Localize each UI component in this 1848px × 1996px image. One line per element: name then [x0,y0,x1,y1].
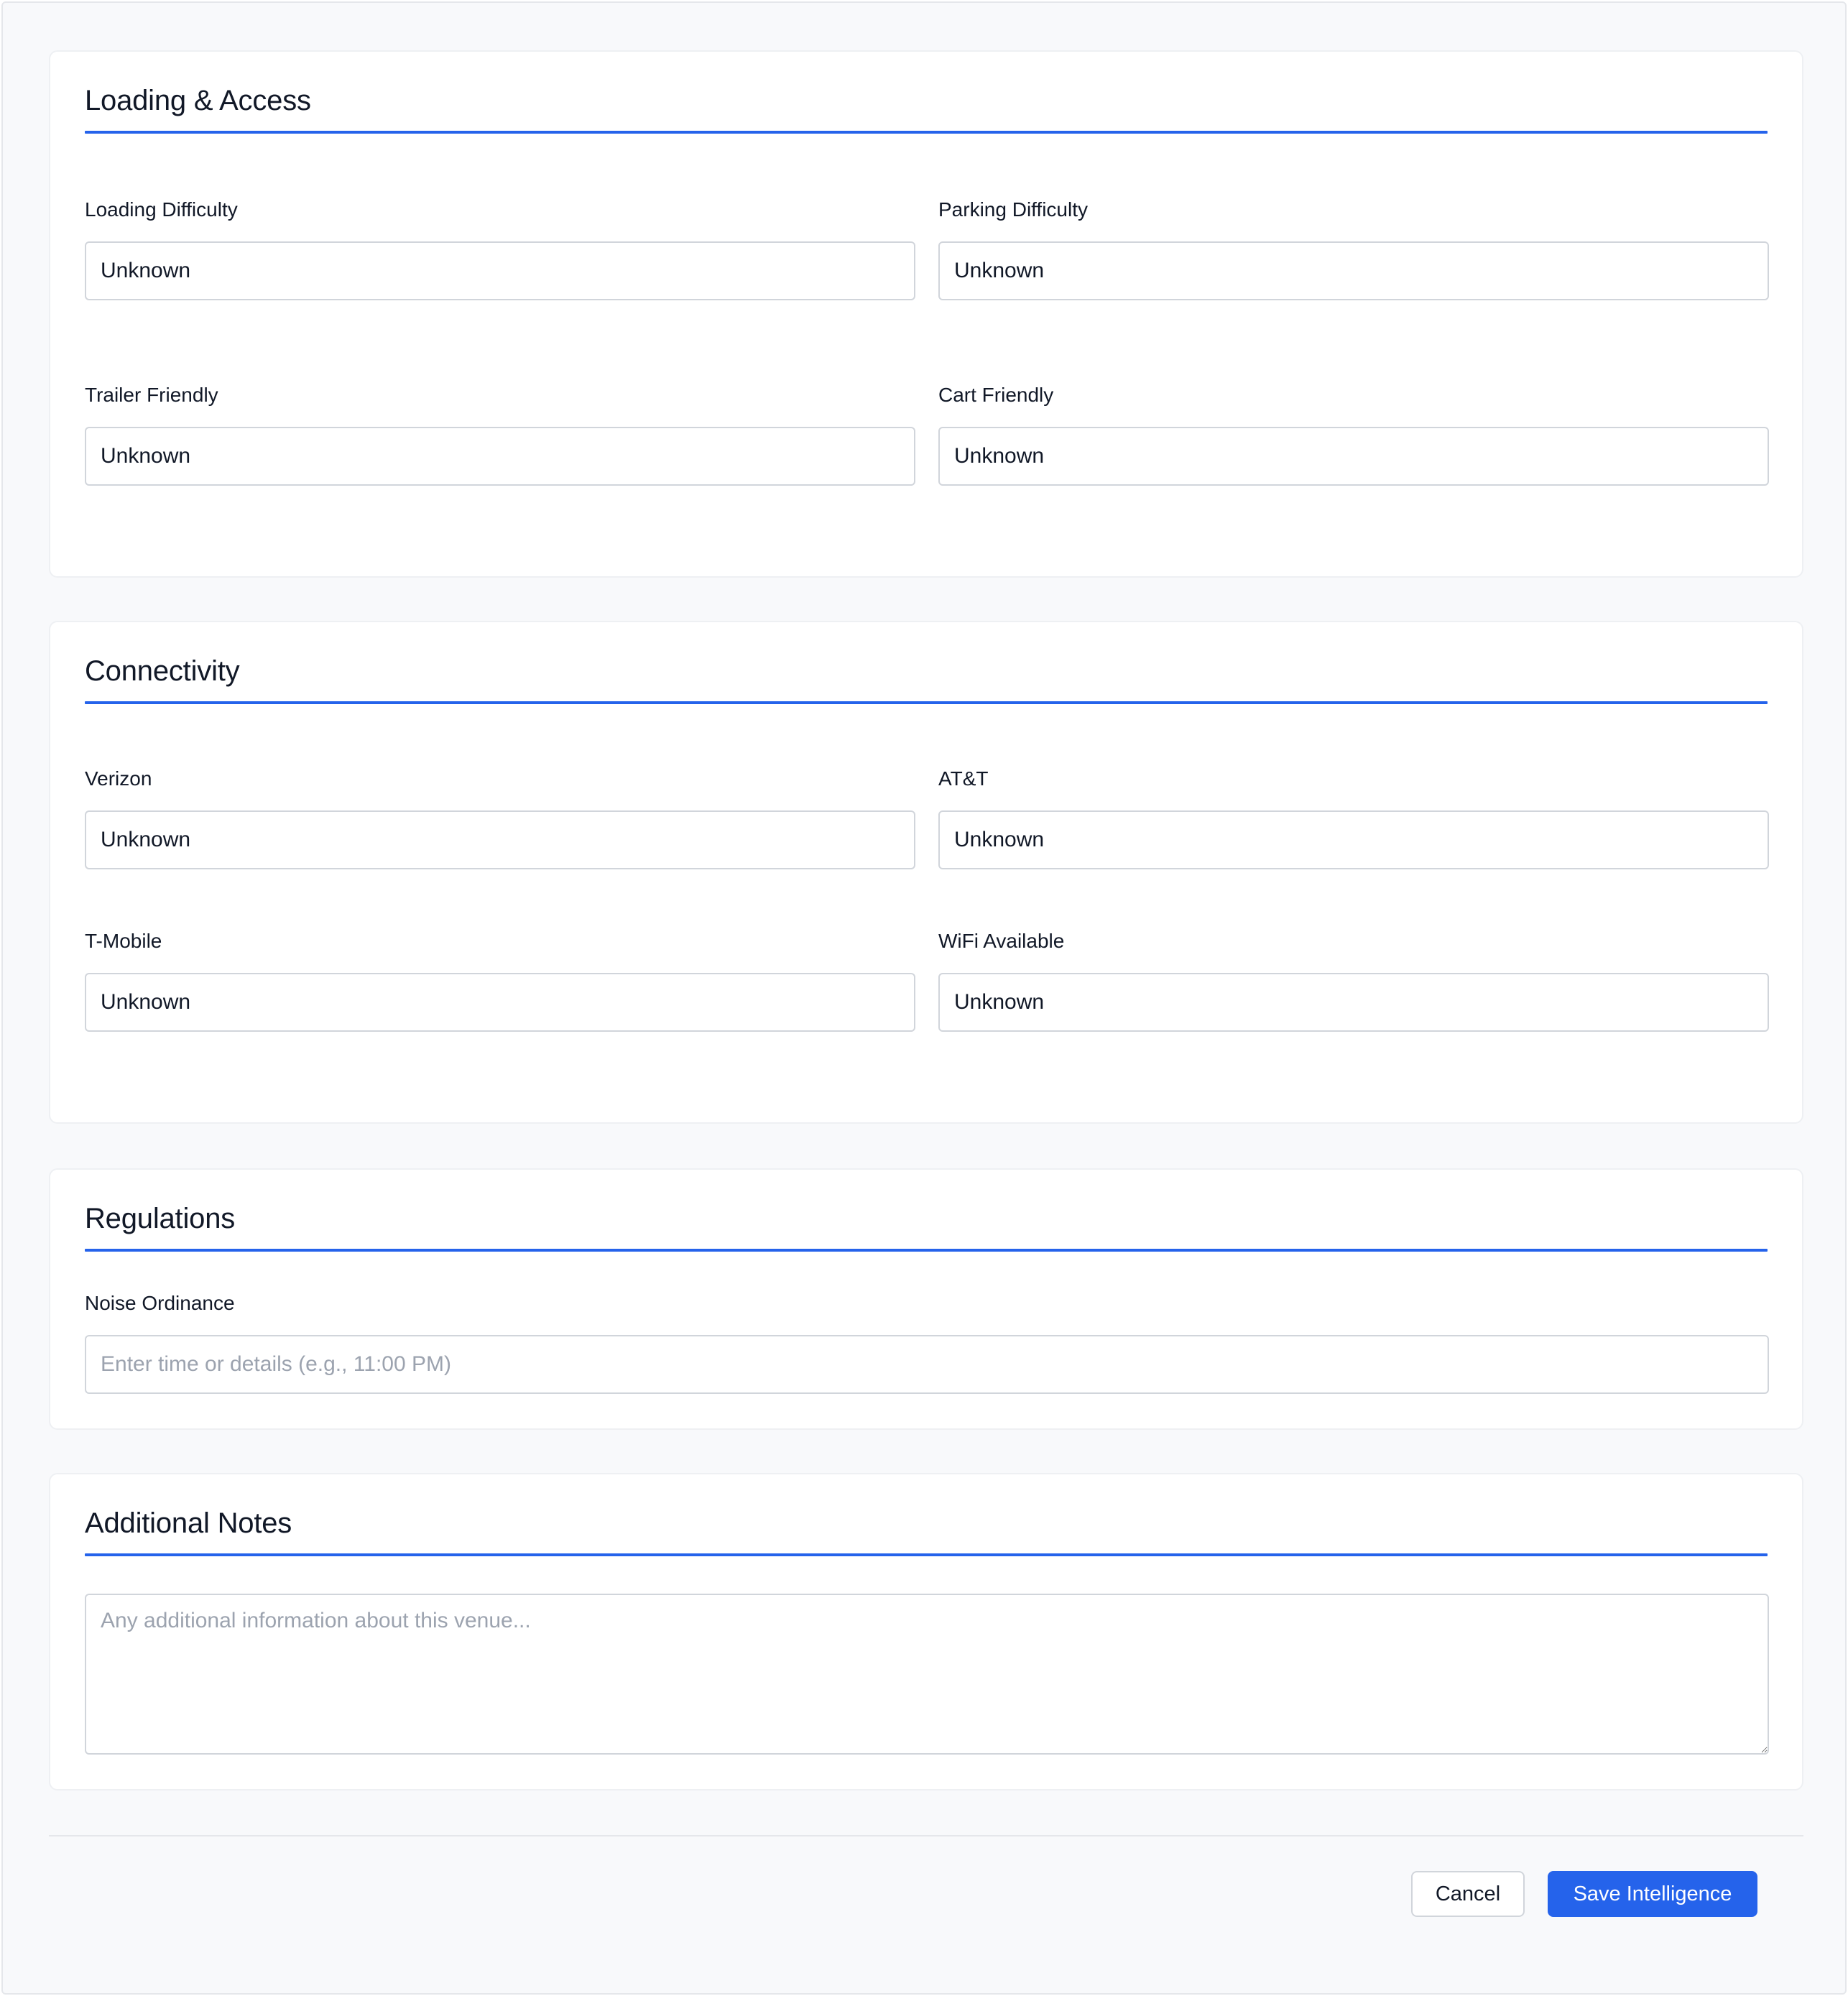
tmobile-label: T-Mobile [85,930,162,952]
verizon-input[interactable] [85,810,915,869]
section-divider [85,701,1768,704]
cart-friendly-input[interactable] [938,427,1769,486]
notes-textarea-wrapper [85,1594,1769,1755]
loading-difficulty-label: Loading Difficulty [85,198,238,221]
trailer-friendly-label: Trailer Friendly [85,384,218,406]
section-divider [85,131,1768,134]
att-label: AT&T [938,767,989,790]
noise-ordinance-input[interactable] [85,1335,1769,1394]
section-title: Regulations [85,1203,236,1234]
wifi-input[interactable] [938,973,1769,1032]
noise-ordinance-label: Noise Ordinance [85,1292,235,1314]
wifi-label: WiFi Available [938,930,1065,952]
cart-friendly-label: Cart Friendly [938,384,1054,406]
additional-notes-textarea[interactable] [85,1594,1769,1755]
cancel-button[interactable]: Cancel [1411,1871,1525,1917]
att-input[interactable] [938,810,1769,869]
section-connectivity: Connectivity Verizon AT&T T-Mobile WiFi … [49,621,1803,1124]
section-divider [85,1249,1768,1252]
trailer-friendly-input[interactable] [85,427,915,486]
verizon-label: Verizon [85,767,152,790]
page-frame: Loading & Access Loading Difficulty Park… [1,1,1847,1995]
tmobile-input[interactable] [85,973,915,1032]
section-additional-notes: Additional Notes [49,1473,1803,1791]
parking-difficulty-input[interactable] [938,241,1769,300]
parking-difficulty-label: Parking Difficulty [938,198,1089,221]
section-title: Connectivity [85,655,240,687]
footer-divider [49,1835,1803,1836]
loading-difficulty-input[interactable] [85,241,915,300]
save-intelligence-button[interactable]: Save Intelligence [1548,1871,1757,1917]
section-title: Additional Notes [85,1507,292,1539]
section-loading-access: Loading & Access Loading Difficulty Park… [49,50,1803,578]
section-regulations: Regulations Noise Ordinance [49,1168,1803,1430]
section-title: Loading & Access [85,85,311,116]
section-divider [85,1553,1768,1556]
